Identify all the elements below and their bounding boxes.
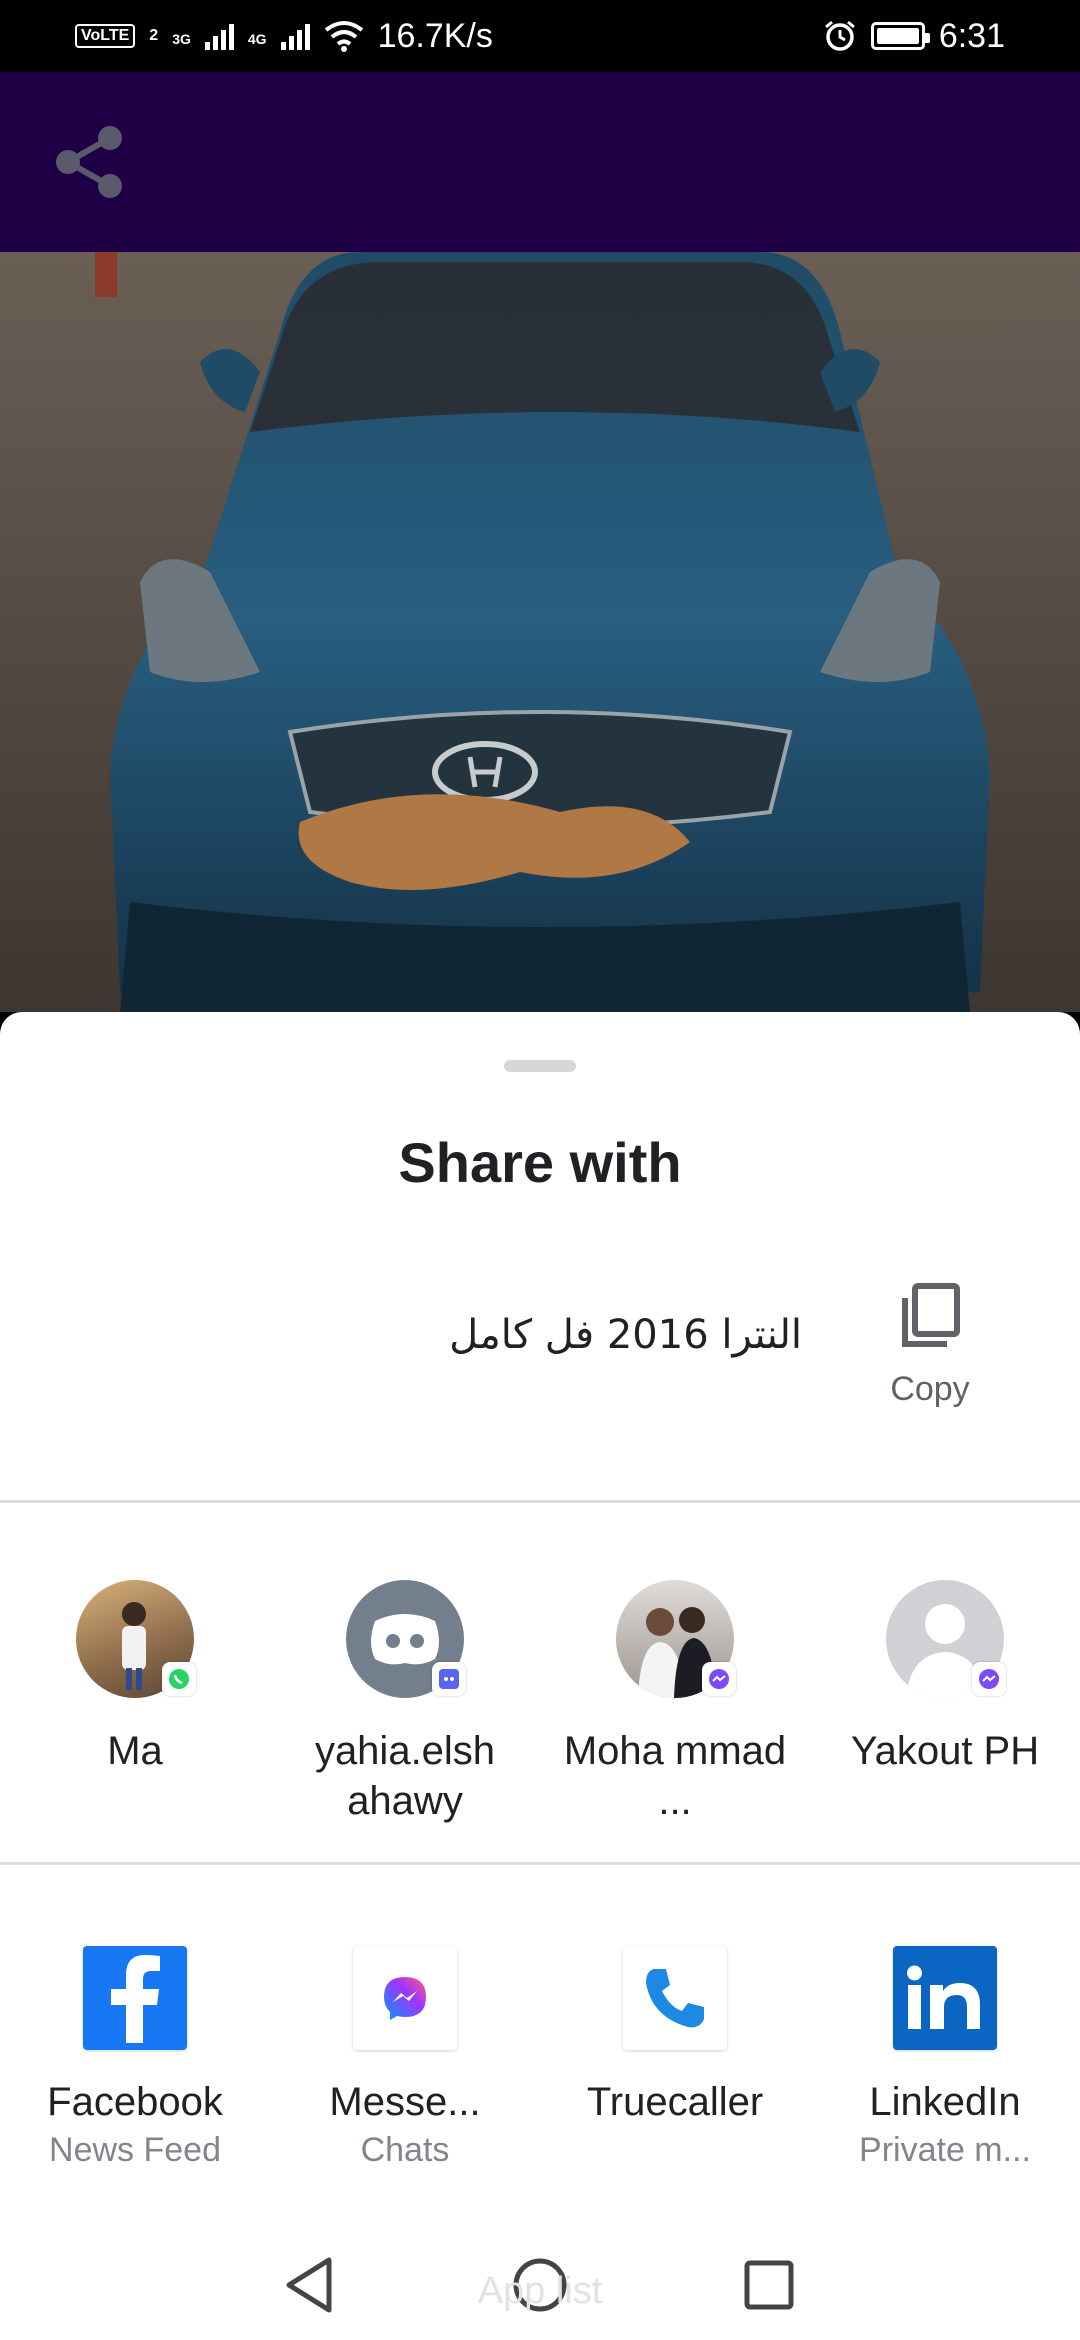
phone-icon <box>623 1946 727 2050</box>
copy-button[interactable]: Copy <box>860 1282 1000 1432</box>
share-sheet: Share with النترا 2016 فل كامل Copy Ma y… <box>0 1012 1080 2340</box>
sheet-drag-handle[interactable] <box>504 1060 576 1072</box>
signal-2-icon <box>280 22 310 50</box>
discord-logo-icon <box>371 1614 439 1665</box>
network-type-2: 4G <box>247 30 267 47</box>
app-share-row: Facebook News Feed Messe... Chats Trueca… <box>0 1946 1080 2170</box>
divider-top <box>0 1500 1080 1503</box>
app-name: Facebook <box>47 2080 223 2124</box>
network-type-1: 3G <box>172 30 191 47</box>
wifi-icon <box>324 21 363 52</box>
sheet-title: Share with <box>398 1131 682 1194</box>
app-target-messenger[interactable]: Messe... Chats <box>270 1946 540 2170</box>
copy-label: Copy <box>890 1370 970 1408</box>
shared-text-preview: النترا 2016 فل كامل <box>449 1312 802 1358</box>
messenger-icon <box>972 1662 1006 1696</box>
status-bar: VoLTE 2 3G 4G 16.7K/s 6:31 <box>0 0 1080 72</box>
direct-share-row: Ma yahia.elsh ahawy Moha mmad ... Yakout… <box>0 1580 1080 1826</box>
direct-target-ma[interactable]: Ma <box>0 1580 270 1826</box>
avatar <box>346 1580 466 1698</box>
linkedin-icon <box>893 1946 997 2050</box>
avatar <box>76 1580 196 1698</box>
battery-icon <box>870 22 930 50</box>
avatar <box>616 1580 736 1698</box>
app-subtitle: Private m... <box>859 2131 1031 2169</box>
app-subtitle: Chats <box>360 2131 450 2169</box>
sim-slot: 2 <box>149 27 159 44</box>
direct-target-mohammad[interactable]: Moha mmad ... <box>540 1580 810 1826</box>
target-name: Moha mmad ... <box>563 1729 787 1823</box>
app-target-facebook[interactable]: Facebook News Feed <box>0 1946 270 2170</box>
target-name: yahia.elsh ahawy <box>314 1729 496 1823</box>
app-name: LinkedIn <box>869 2080 1021 2124</box>
target-name: Ma <box>107 1729 163 1773</box>
target-name: Yakout PH <box>850 1729 1040 1773</box>
car-photo <box>0 252 1080 1012</box>
app-subtitle: News Feed <box>49 2131 221 2169</box>
divider-bottom <box>0 1862 1080 1865</box>
alarm-icon <box>824 20 855 51</box>
share-icon <box>56 126 122 198</box>
app-target-truecaller[interactable]: Truecaller <box>540 1946 810 2170</box>
signal-1-icon <box>204 22 234 50</box>
share-button[interactable] <box>40 112 140 212</box>
app-name: Messe... <box>329 2080 481 2124</box>
direct-target-yahia[interactable]: yahia.elsh ahawy <box>270 1580 540 1826</box>
network-speed: 16.7K/s <box>377 16 493 55</box>
facebook-icon <box>83 1946 187 2050</box>
app-name: Truecaller <box>586 2080 764 2124</box>
discord-icon <box>432 1662 466 1696</box>
whatsapp-icon <box>162 1662 196 1696</box>
volte-indicator: VoLTE <box>75 24 136 48</box>
copy-icon <box>902 1283 960 1347</box>
messenger-icon <box>353 1946 457 2050</box>
messenger-icon <box>702 1662 736 1696</box>
app-bar <box>0 72 1080 252</box>
app-list-label: App list <box>477 2270 603 2312</box>
direct-target-yakout[interactable]: Yakout PH <box>810 1580 1080 1826</box>
clock: 6:31 <box>938 16 1005 55</box>
avatar <box>886 1580 1006 1698</box>
app-target-linkedin[interactable]: LinkedIn Private m... <box>810 1946 1080 2170</box>
